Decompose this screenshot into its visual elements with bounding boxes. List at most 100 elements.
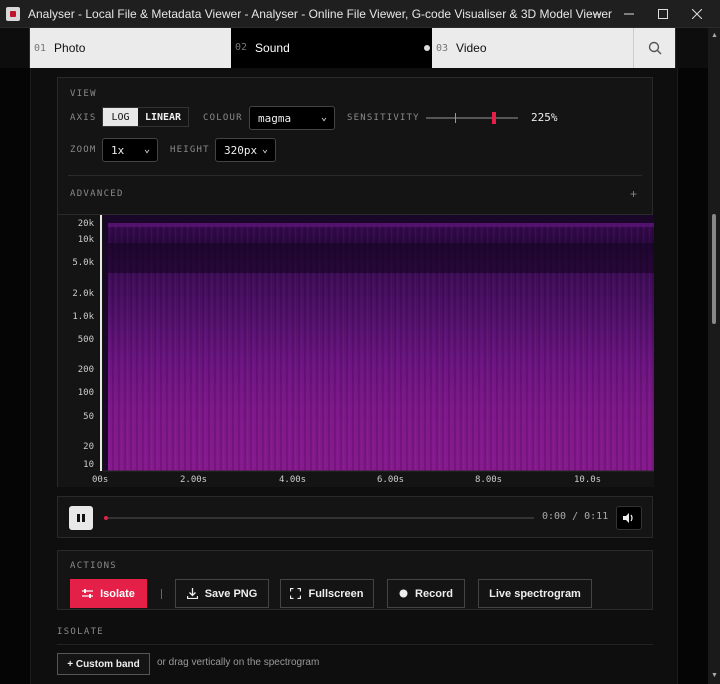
actions-panel: ACTIONS Isolate Save PNG Fullscreen Reco… <box>57 550 653 610</box>
chevron-down-icon: ⌄ <box>143 144 150 155</box>
fullscreen-button[interactable]: Fullscreen <box>280 579 374 608</box>
axis-toggle: LOG LINEAR <box>102 107 189 127</box>
sound-panel: VIEW AXIS LOG LINEAR COLOUR magma ⌄ SENS… <box>30 68 678 684</box>
close-button[interactable] <box>680 0 714 28</box>
tab-number: 02 <box>235 42 248 53</box>
pause-button[interactable] <box>69 506 93 530</box>
custom-band-button[interactable]: + Custom band <box>57 653 150 675</box>
search-button[interactable] <box>633 28 675 68</box>
y-tick-label: 10k <box>77 235 94 245</box>
view-controls: VIEW AXIS LOG LINEAR COLOUR magma ⌄ SENS… <box>57 77 653 215</box>
left-gutter <box>0 68 30 684</box>
maximize-button[interactable] <box>646 0 680 28</box>
record-icon <box>399 589 408 598</box>
divider <box>161 589 162 599</box>
isolate-button[interactable]: Isolate <box>70 579 147 608</box>
y-tick-label: 2.0k <box>72 289 94 299</box>
spectrogram-canvas[interactable] <box>58 215 654 487</box>
tab-photo[interactable]: 01 Photo <box>30 28 231 68</box>
x-tick-label: 8.00s <box>475 475 503 485</box>
sensitivity-slider-thumb[interactable] <box>492 112 496 124</box>
view-section-label: VIEW <box>70 89 97 99</box>
record-label: Record <box>415 587 453 600</box>
divider <box>57 644 653 645</box>
more-options-icon[interactable]: ⋯ <box>578 0 612 28</box>
height-label: HEIGHT <box>170 145 210 155</box>
scroll-up-icon[interactable]: ▲ <box>711 32 718 39</box>
spectrogram[interactable]: 20k 10k 5.0k 2.0k 1.0k 500 200 100 50 20… <box>57 215 654 487</box>
isolate-section-label: ISOLATE <box>57 627 105 637</box>
x-tick-label: 2.00s <box>180 475 208 485</box>
zoom-value: 1x <box>111 143 125 157</box>
tab-label: Photo <box>54 41 86 55</box>
window-titlebar: Analyser - Local File & Metadata Viewer … <box>0 0 720 28</box>
minimize-button[interactable] <box>612 0 646 28</box>
y-tick-label: 5.0k <box>72 258 94 268</box>
active-dot-icon <box>424 45 430 51</box>
chevron-down-icon: ⌄ <box>320 112 327 123</box>
tab-bar-edge <box>0 28 30 68</box>
seek-handle[interactable] <box>104 516 108 520</box>
window-title: Analyser - Local File & Metadata Viewer … <box>28 6 613 21</box>
y-tick-label: 200 <box>77 365 94 375</box>
y-tick-label: 20 <box>83 442 94 452</box>
app-icon <box>6 6 20 21</box>
seek-bar[interactable] <box>104 516 534 520</box>
colour-label: COLOUR <box>203 113 243 123</box>
x-tick-label: 00s <box>92 475 109 485</box>
height-select[interactable]: 320px ⌄ <box>215 138 276 162</box>
scrollbar-thumb[interactable] <box>712 214 716 324</box>
save-png-button[interactable]: Save PNG <box>175 579 269 608</box>
zoom-select[interactable]: 1x ⌄ <box>102 138 158 162</box>
axis-label: AXIS <box>70 113 97 123</box>
sliders-icon <box>82 589 94 598</box>
y-tick-label: 20k <box>77 219 94 229</box>
volume-button[interactable] <box>616 506 642 530</box>
height-value: 320px <box>224 143 258 157</box>
x-tick-label: 6.00s <box>377 475 405 485</box>
live-spectrogram-label: Live spectrogram <box>489 587 581 600</box>
y-tick-label: 10 <box>83 460 94 470</box>
divider <box>68 175 642 176</box>
advanced-toggle[interactable]: ADVANCED <box>70 189 124 199</box>
pause-icon <box>82 514 85 522</box>
x-tick-label: 4.00s <box>279 475 307 485</box>
volume-icon <box>623 513 633 523</box>
live-spectrogram-button[interactable]: Live spectrogram <box>478 579 592 608</box>
audio-player: 0:00 / 0:11 <box>57 496 653 538</box>
colour-value: magma <box>258 111 292 125</box>
isolate-button-label: Isolate <box>100 587 135 600</box>
fullscreen-label: Fullscreen <box>308 587 364 600</box>
y-tick-label: 500 <box>77 335 94 345</box>
sensitivity-default-tick <box>455 113 456 123</box>
record-button[interactable]: Record <box>387 579 465 608</box>
chevron-down-icon: ⌄ <box>261 144 268 155</box>
tab-label: Sound <box>255 40 290 55</box>
fullscreen-icon <box>290 588 302 599</box>
tab-bar: 01 Photo 02 Sound 03 Video <box>0 28 720 68</box>
zoom-label: ZOOM <box>70 145 97 155</box>
colour-select[interactable]: magma ⌄ <box>249 106 335 130</box>
tab-video[interactable]: 03 Video <box>432 28 633 68</box>
actions-section-label: ACTIONS <box>70 561 118 571</box>
search-icon <box>648 41 661 55</box>
axis-option-linear[interactable]: LINEAR <box>138 108 188 126</box>
save-png-label: Save PNG <box>204 587 258 600</box>
y-tick-label: 50 <box>83 412 94 422</box>
scrollbar[interactable]: ▲ ▼ <box>708 28 720 684</box>
sensitivity-slider[interactable] <box>426 117 518 119</box>
tab-number: 01 <box>34 42 47 54</box>
tab-label: Video <box>456 41 487 55</box>
sensitivity-value: 225% <box>531 111 558 124</box>
isolate-hint: or drag vertically on the spectrogram <box>157 657 320 668</box>
download-icon <box>186 588 198 599</box>
scroll-down-icon[interactable]: ▼ <box>711 672 718 679</box>
sensitivity-label: SENSITIVITY <box>347 113 420 123</box>
y-tick-label: 1.0k <box>72 312 94 322</box>
pause-icon <box>77 514 80 522</box>
tab-sound[interactable]: 02 Sound <box>231 28 432 68</box>
axis-option-log[interactable]: LOG <box>103 108 138 126</box>
time-display: 0:00 / 0:11 <box>542 511 609 522</box>
y-tick-label: 100 <box>77 388 94 398</box>
expand-plus-icon[interactable]: + <box>630 187 637 201</box>
